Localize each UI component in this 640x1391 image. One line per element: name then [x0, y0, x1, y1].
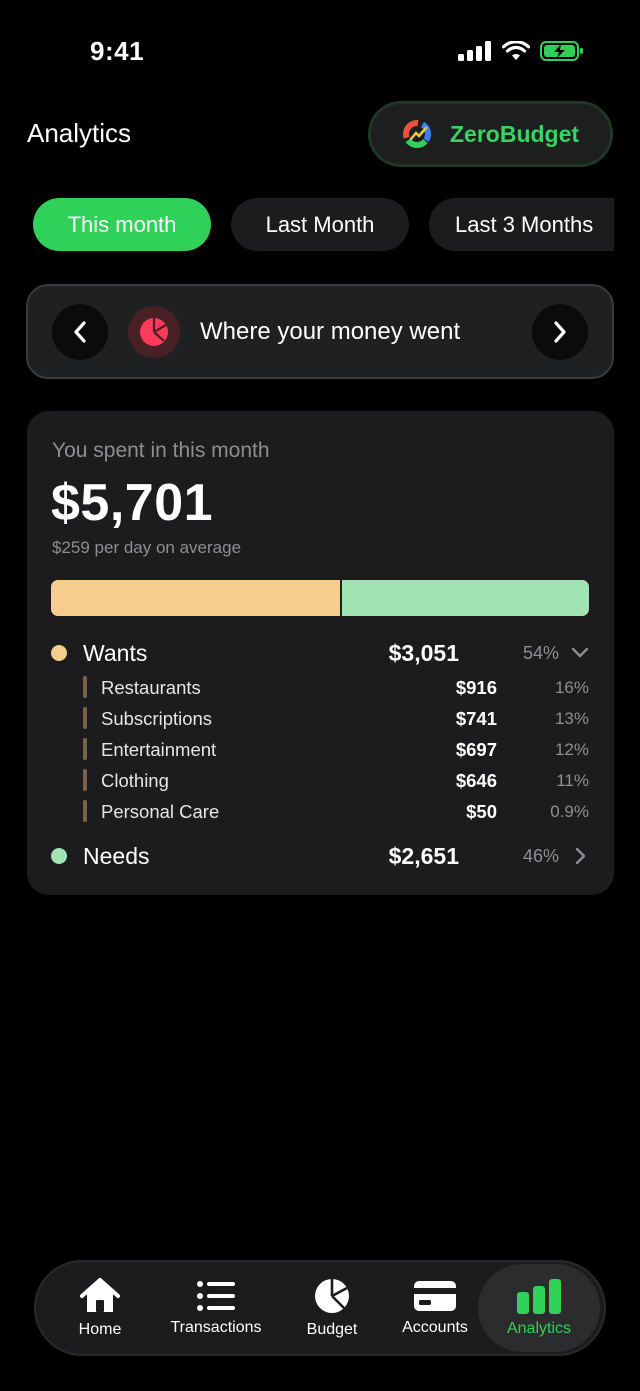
tab-label: Accounts [402, 1319, 468, 1336]
group-name: Needs [83, 843, 150, 869]
group-percent: 46% [522, 846, 559, 866]
chevron-right-icon[interactable] [569, 844, 591, 868]
split-segment-needs [342, 580, 589, 616]
insight-icon-badge [128, 306, 180, 358]
list-item[interactable]: Restaurants $916 16% [83, 676, 589, 700]
cellular-signal-icon [458, 41, 491, 61]
total-spent-amount: $5,701 [51, 474, 214, 532]
category-percent: 12% [554, 740, 589, 759]
list-item[interactable]: Clothing $646 11% [83, 769, 589, 793]
chevron-right-icon [554, 321, 566, 343]
category-percent: 11% [556, 771, 589, 790]
list-item[interactable]: Entertainment $697 12% [83, 738, 589, 762]
list-item[interactable]: Personal Care $50 0.9% [83, 800, 589, 824]
group-row-needs[interactable]: Needs $2,651 46% [51, 841, 591, 871]
previous-insight-button[interactable] [52, 304, 108, 360]
category-marker [83, 707, 87, 729]
group-name: Wants [83, 640, 148, 666]
brand-name: ZeroBudget [450, 120, 580, 147]
group-row-wants[interactable]: Wants $3,051 54% [51, 638, 591, 668]
spending-summary-card: You spent in this month $5,701 $259 per … [27, 411, 614, 895]
status-icons [458, 40, 584, 62]
tab-last-month[interactable]: Last Month [231, 198, 409, 251]
tab-label: Home [78, 1321, 122, 1338]
category-amount: $741 [455, 708, 497, 729]
category-marker [83, 738, 87, 760]
status-time: 9:41 [90, 36, 145, 66]
category-percent: 16% [554, 678, 589, 697]
bottom-tab-bar: Home Transactions Budget Accounts Analyt… [34, 1260, 606, 1356]
category-marker [83, 769, 87, 791]
category-marker [83, 676, 87, 698]
category-name: Entertainment [101, 739, 217, 760]
category-percent: 0.9% [550, 802, 589, 821]
insight-navigator: Where your money went [26, 284, 614, 379]
tab-label: Budget [306, 1321, 358, 1338]
category-amount: $697 [455, 739, 497, 760]
bar-chart-icon [517, 1279, 561, 1314]
next-insight-button[interactable] [532, 304, 588, 360]
category-amount: $646 [455, 770, 497, 791]
tab-accounts[interactable]: Accounts [390, 1262, 480, 1354]
category-marker [83, 800, 87, 822]
group-percent: 54% [522, 643, 559, 663]
status-bar: 9:41 [0, 0, 640, 100]
list-item[interactable]: Subscriptions $741 13% [83, 707, 589, 731]
group-amount: $2,651 [388, 843, 459, 869]
category-name: Clothing [101, 770, 169, 791]
needs-dot [51, 848, 67, 864]
tab-home[interactable]: Home [58, 1262, 142, 1354]
tab-this-month[interactable]: This month [33, 198, 211, 251]
wants-dot [51, 645, 67, 661]
insight-title: Where your money went [200, 318, 461, 345]
split-segment-wants [51, 580, 341, 616]
period-tabs: This month Last Month Last 3 Months [33, 198, 614, 252]
pie-chart-icon [140, 318, 168, 346]
list-icon [197, 1281, 235, 1311]
group-amount: $3,051 [388, 640, 459, 666]
page-title: Analytics [27, 118, 132, 148]
brand-button[interactable]: ZeroBudget [368, 101, 613, 167]
credit-card-icon [414, 1281, 456, 1311]
tab-label: Transactions [170, 1319, 262, 1336]
category-amount: $916 [455, 677, 497, 698]
zerobudget-logo-icon [403, 120, 431, 148]
category-name: Subscriptions [101, 708, 213, 729]
tab-analytics[interactable]: Analytics [478, 1264, 600, 1352]
category-name: Personal Care [101, 801, 220, 822]
tab-budget[interactable]: Budget [292, 1262, 372, 1354]
category-percent: 13% [554, 709, 589, 728]
tab-last-3-months[interactable]: Last 3 Months [429, 198, 614, 251]
home-icon [80, 1278, 120, 1312]
wants-needs-split-bar [51, 580, 589, 616]
battery-charging-icon [540, 41, 583, 61]
tab-label: Analytics [506, 1320, 572, 1337]
chevron-left-icon [74, 321, 86, 343]
wifi-icon [502, 41, 530, 60]
pie-chart-icon [315, 1279, 349, 1313]
tab-transactions[interactable]: Transactions [160, 1262, 272, 1354]
chevron-down-icon[interactable] [569, 641, 591, 665]
category-name: Restaurants [101, 677, 201, 698]
daily-average: $259 per day on average [52, 538, 242, 557]
category-amount: $50 [466, 801, 497, 822]
spent-label: You spent in this month [52, 439, 270, 462]
